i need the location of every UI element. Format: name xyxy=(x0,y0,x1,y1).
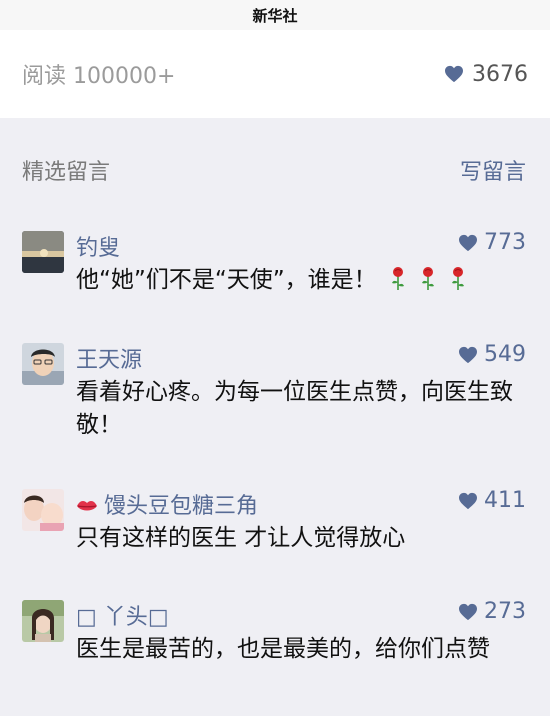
heart-icon xyxy=(444,65,464,83)
lips-icon xyxy=(76,498,98,514)
comment-like-count: 273 xyxy=(484,599,526,624)
comment-like-count: 773 xyxy=(484,230,526,255)
comment-like-count: 549 xyxy=(484,342,526,367)
comment-nickname[interactable]: 王天源 xyxy=(76,342,142,374)
rose-icon xyxy=(389,266,407,290)
comment-text: 只有这样的医生 才让人觉得放心 xyxy=(76,525,406,551)
rose-icon xyxy=(449,266,467,290)
heart-icon xyxy=(458,603,478,621)
comment-like-button[interactable]: 773 xyxy=(458,230,526,255)
comment-text: 看着好心疼。为每一位医生点赞，向医生致敬！ xyxy=(76,379,513,438)
nickname-suffix-box: □ xyxy=(147,605,169,630)
section-label: 精选留言 xyxy=(22,160,111,185)
comment-nickname-label: 丫头 xyxy=(103,605,148,630)
avatar[interactable] xyxy=(22,343,64,385)
comment-nickname-label: 馒头豆包糖三角 xyxy=(104,494,259,519)
comment-text: 医生是最苦的，也是最美的，给你们点赞 xyxy=(76,636,490,662)
read-count: 阅读 100000+ xyxy=(22,64,176,89)
write-comment-link[interactable]: 写留言 xyxy=(460,154,526,186)
comment-text-content: 他“她”们不是“天使”，谁是！ xyxy=(76,267,377,293)
avatar[interactable] xyxy=(22,600,64,642)
rose-icon xyxy=(419,266,437,290)
article-like-button[interactable]: 3676 xyxy=(444,62,528,87)
heart-icon xyxy=(458,492,478,510)
comment-nickname[interactable]: 钓叟 xyxy=(76,230,120,262)
avatar[interactable] xyxy=(22,489,64,531)
comment-text: 他“她”们不是“天使”，谁是！ xyxy=(76,264,532,297)
heart-icon xyxy=(458,346,478,364)
comment-like-button[interactable]: 411 xyxy=(458,488,526,513)
page-title: 新华社 xyxy=(252,6,298,25)
comment-like-count: 411 xyxy=(484,488,526,513)
article-like-count: 3676 xyxy=(472,61,528,87)
comment-like-button[interactable]: 549 xyxy=(458,342,526,367)
title-bar: 新华社 xyxy=(0,0,550,30)
article-stats: 阅读 100000+ 3676 xyxy=(0,30,550,118)
heart-icon xyxy=(458,234,478,252)
nickname-prefix-box: □ xyxy=(76,605,97,630)
comment-nickname[interactable]: 馒头豆包糖三角 xyxy=(76,488,258,520)
comment-nickname[interactable]: □ 丫头□ xyxy=(76,599,169,631)
comment-like-button[interactable]: 273 xyxy=(458,599,526,624)
comments-section-header: 精选留言 写留言 xyxy=(0,150,550,190)
avatar[interactable] xyxy=(22,231,64,273)
